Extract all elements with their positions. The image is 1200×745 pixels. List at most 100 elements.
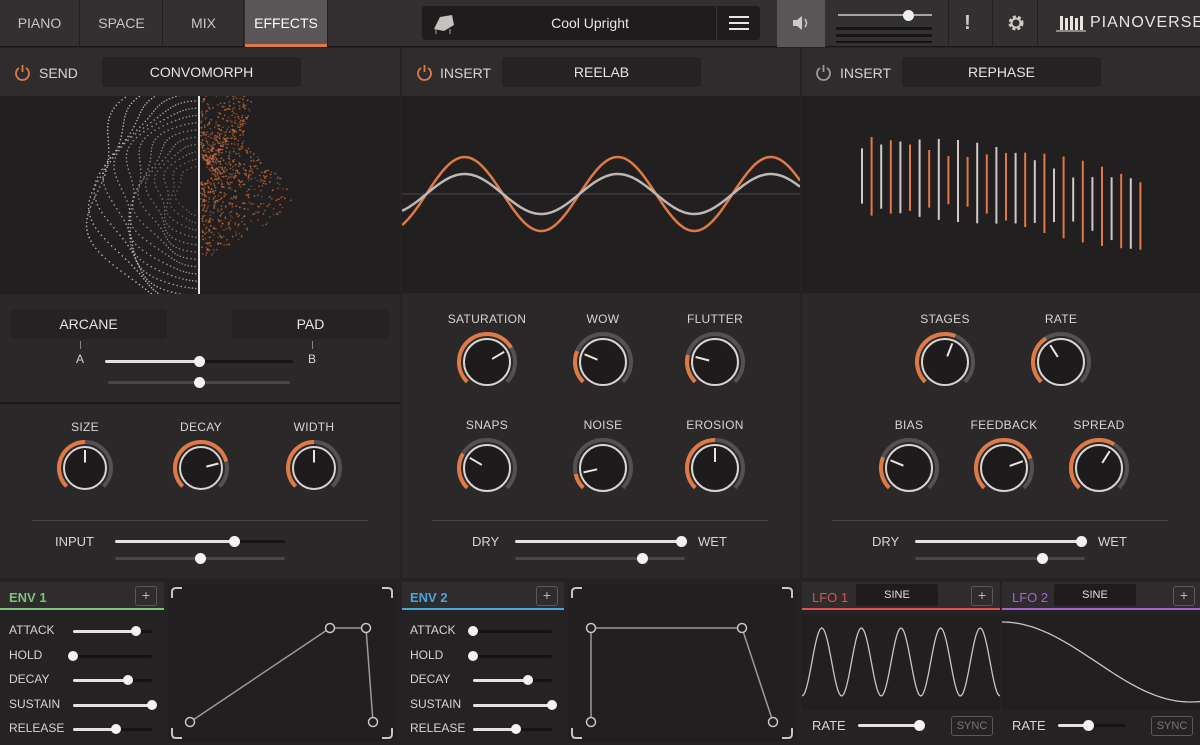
slider-fill	[105, 360, 199, 363]
slider-fill	[473, 703, 552, 707]
slider-handle[interactable]	[194, 553, 206, 564]
effect-selector[interactable]: REELAB	[502, 57, 701, 87]
slider-fill	[115, 540, 234, 543]
bias-label: BIAS	[894, 418, 924, 432]
noise-label: NOISE	[583, 418, 623, 432]
feedback-label: FEEDBACK	[970, 418, 1038, 432]
power-icon[interactable]	[14, 64, 31, 81]
mute-button[interactable]	[777, 0, 825, 47]
slider-fill	[515, 540, 682, 543]
slider-handle[interactable]	[511, 724, 522, 735]
top-bar: PIANO SPACE MIX EFFECTS Cool Upright ! P…	[0, 0, 1200, 47]
slider-handle[interactable]	[547, 699, 557, 710]
tab-mix[interactable]: MIX	[164, 0, 244, 47]
input-label: INPUT	[55, 534, 94, 549]
slider-handle[interactable]	[193, 377, 205, 388]
slot-label: SEND	[39, 65, 78, 81]
slider-handle[interactable]	[1083, 720, 1095, 731]
decay-label: DECAY	[180, 420, 222, 434]
preset-menu-button[interactable]	[716, 6, 760, 40]
feedback-knob[interactable]	[972, 436, 1036, 500]
width-knob[interactable]	[284, 438, 344, 498]
slider-handle[interactable]	[147, 699, 157, 710]
slider-handle[interactable]	[1076, 536, 1088, 547]
size-knob[interactable]	[55, 438, 115, 498]
slider-handle[interactable]	[1037, 553, 1048, 564]
meter-left	[836, 27, 932, 30]
stages-knob[interactable]	[913, 330, 977, 394]
morph-a-label: A	[76, 352, 85, 366]
flutter-knob[interactable]	[683, 330, 747, 394]
slider-track[interactable]	[515, 557, 685, 560]
spread-knob[interactable]	[1067, 436, 1131, 500]
stages-label: STAGES	[920, 312, 970, 326]
slider-handle[interactable]	[676, 536, 688, 547]
add-modulation-button[interactable]: +	[1173, 586, 1195, 606]
release-label: RELEASE	[9, 721, 65, 736]
effect-selector[interactable]: CONVOMORPH	[102, 57, 301, 87]
slider-handle[interactable]	[637, 553, 648, 564]
slider-handle[interactable]	[131, 626, 142, 636]
power-icon[interactable]	[416, 64, 433, 81]
width-label: WIDTH	[293, 420, 335, 434]
slider-fill	[73, 703, 152, 707]
decay-knob[interactable]	[171, 438, 231, 498]
slider-handle[interactable]	[68, 650, 78, 661]
volume-handle[interactable]	[903, 10, 914, 21]
slider-track[interactable]	[915, 557, 1085, 560]
morph-a-selector[interactable]: ARCANE	[10, 309, 167, 339]
slider-fill	[473, 679, 529, 683]
wow-label: WOW	[586, 312, 620, 326]
slider-handle[interactable]	[111, 724, 122, 735]
tab-piano[interactable]: PIANO	[0, 0, 80, 47]
slider-handle[interactable]	[468, 626, 478, 636]
effect-selector[interactable]: REPHASE	[902, 57, 1101, 87]
speaker-icon	[793, 16, 808, 30]
slider-fill	[915, 540, 1082, 543]
add-modulation-button[interactable]: +	[536, 586, 558, 606]
wow-knob[interactable]	[571, 330, 635, 394]
settings-button[interactable]	[992, 0, 1038, 47]
preset-name[interactable]: Cool Upright	[470, 6, 710, 40]
add-modulation-button[interactable]: +	[135, 586, 157, 606]
slider-handle[interactable]	[913, 720, 925, 731]
hamburger-icon	[729, 16, 749, 18]
dry-label: DRY	[472, 534, 500, 549]
add-modulation-button[interactable]: +	[971, 586, 993, 606]
rate-label: RATE	[1012, 718, 1046, 733]
slider-handle[interactable]	[523, 675, 534, 686]
snaps-knob[interactable]	[455, 436, 519, 500]
tab-effects[interactable]: EFFECTS	[245, 0, 328, 47]
alert-button[interactable]: !	[948, 0, 986, 47]
slider-handle[interactable]	[123, 675, 134, 686]
tab-space[interactable]: SPACE	[81, 0, 163, 47]
slider-track[interactable]	[473, 654, 552, 658]
slider-track[interactable]	[473, 630, 552, 633]
power-icon[interactable]	[815, 64, 832, 81]
env2-title: ENV 2	[410, 590, 448, 605]
noise-knob[interactable]	[571, 436, 635, 500]
volume-slider[interactable]	[838, 14, 932, 16]
meter-right	[836, 34, 932, 37]
slider-handle[interactable]	[193, 356, 205, 367]
rate-knob[interactable]	[1029, 330, 1093, 394]
slider-track[interactable]	[73, 654, 152, 658]
saturation-knob[interactable]	[455, 330, 519, 394]
insert-effect-panel-1: INSERT REELAB SATURATION WOW FLUTTER SNAPS N…	[401, 48, 802, 578]
bias-knob[interactable]	[877, 436, 941, 500]
slot-label: INSERT	[840, 65, 892, 81]
slider-handle[interactable]	[228, 536, 240, 547]
slider-handle[interactable]	[468, 650, 478, 661]
env1-graph[interactable]	[168, 584, 396, 742]
erosion-knob[interactable]	[683, 436, 747, 500]
lfo1-wave-selector[interactable]: SINE	[856, 584, 938, 606]
snaps-label: SNAPS	[465, 418, 509, 432]
lfo2-wave-selector[interactable]: SINE	[1054, 584, 1136, 606]
sync-button[interactable]: SYNC	[1151, 716, 1193, 736]
lfo2-title: LFO 2	[1012, 590, 1049, 605]
slider-fill	[473, 728, 517, 732]
env2-graph[interactable]	[568, 584, 796, 742]
decay-label: DECAY	[9, 672, 50, 687]
morph-b-selector[interactable]: PAD	[232, 309, 389, 339]
sync-button[interactable]: SYNC	[951, 716, 993, 736]
